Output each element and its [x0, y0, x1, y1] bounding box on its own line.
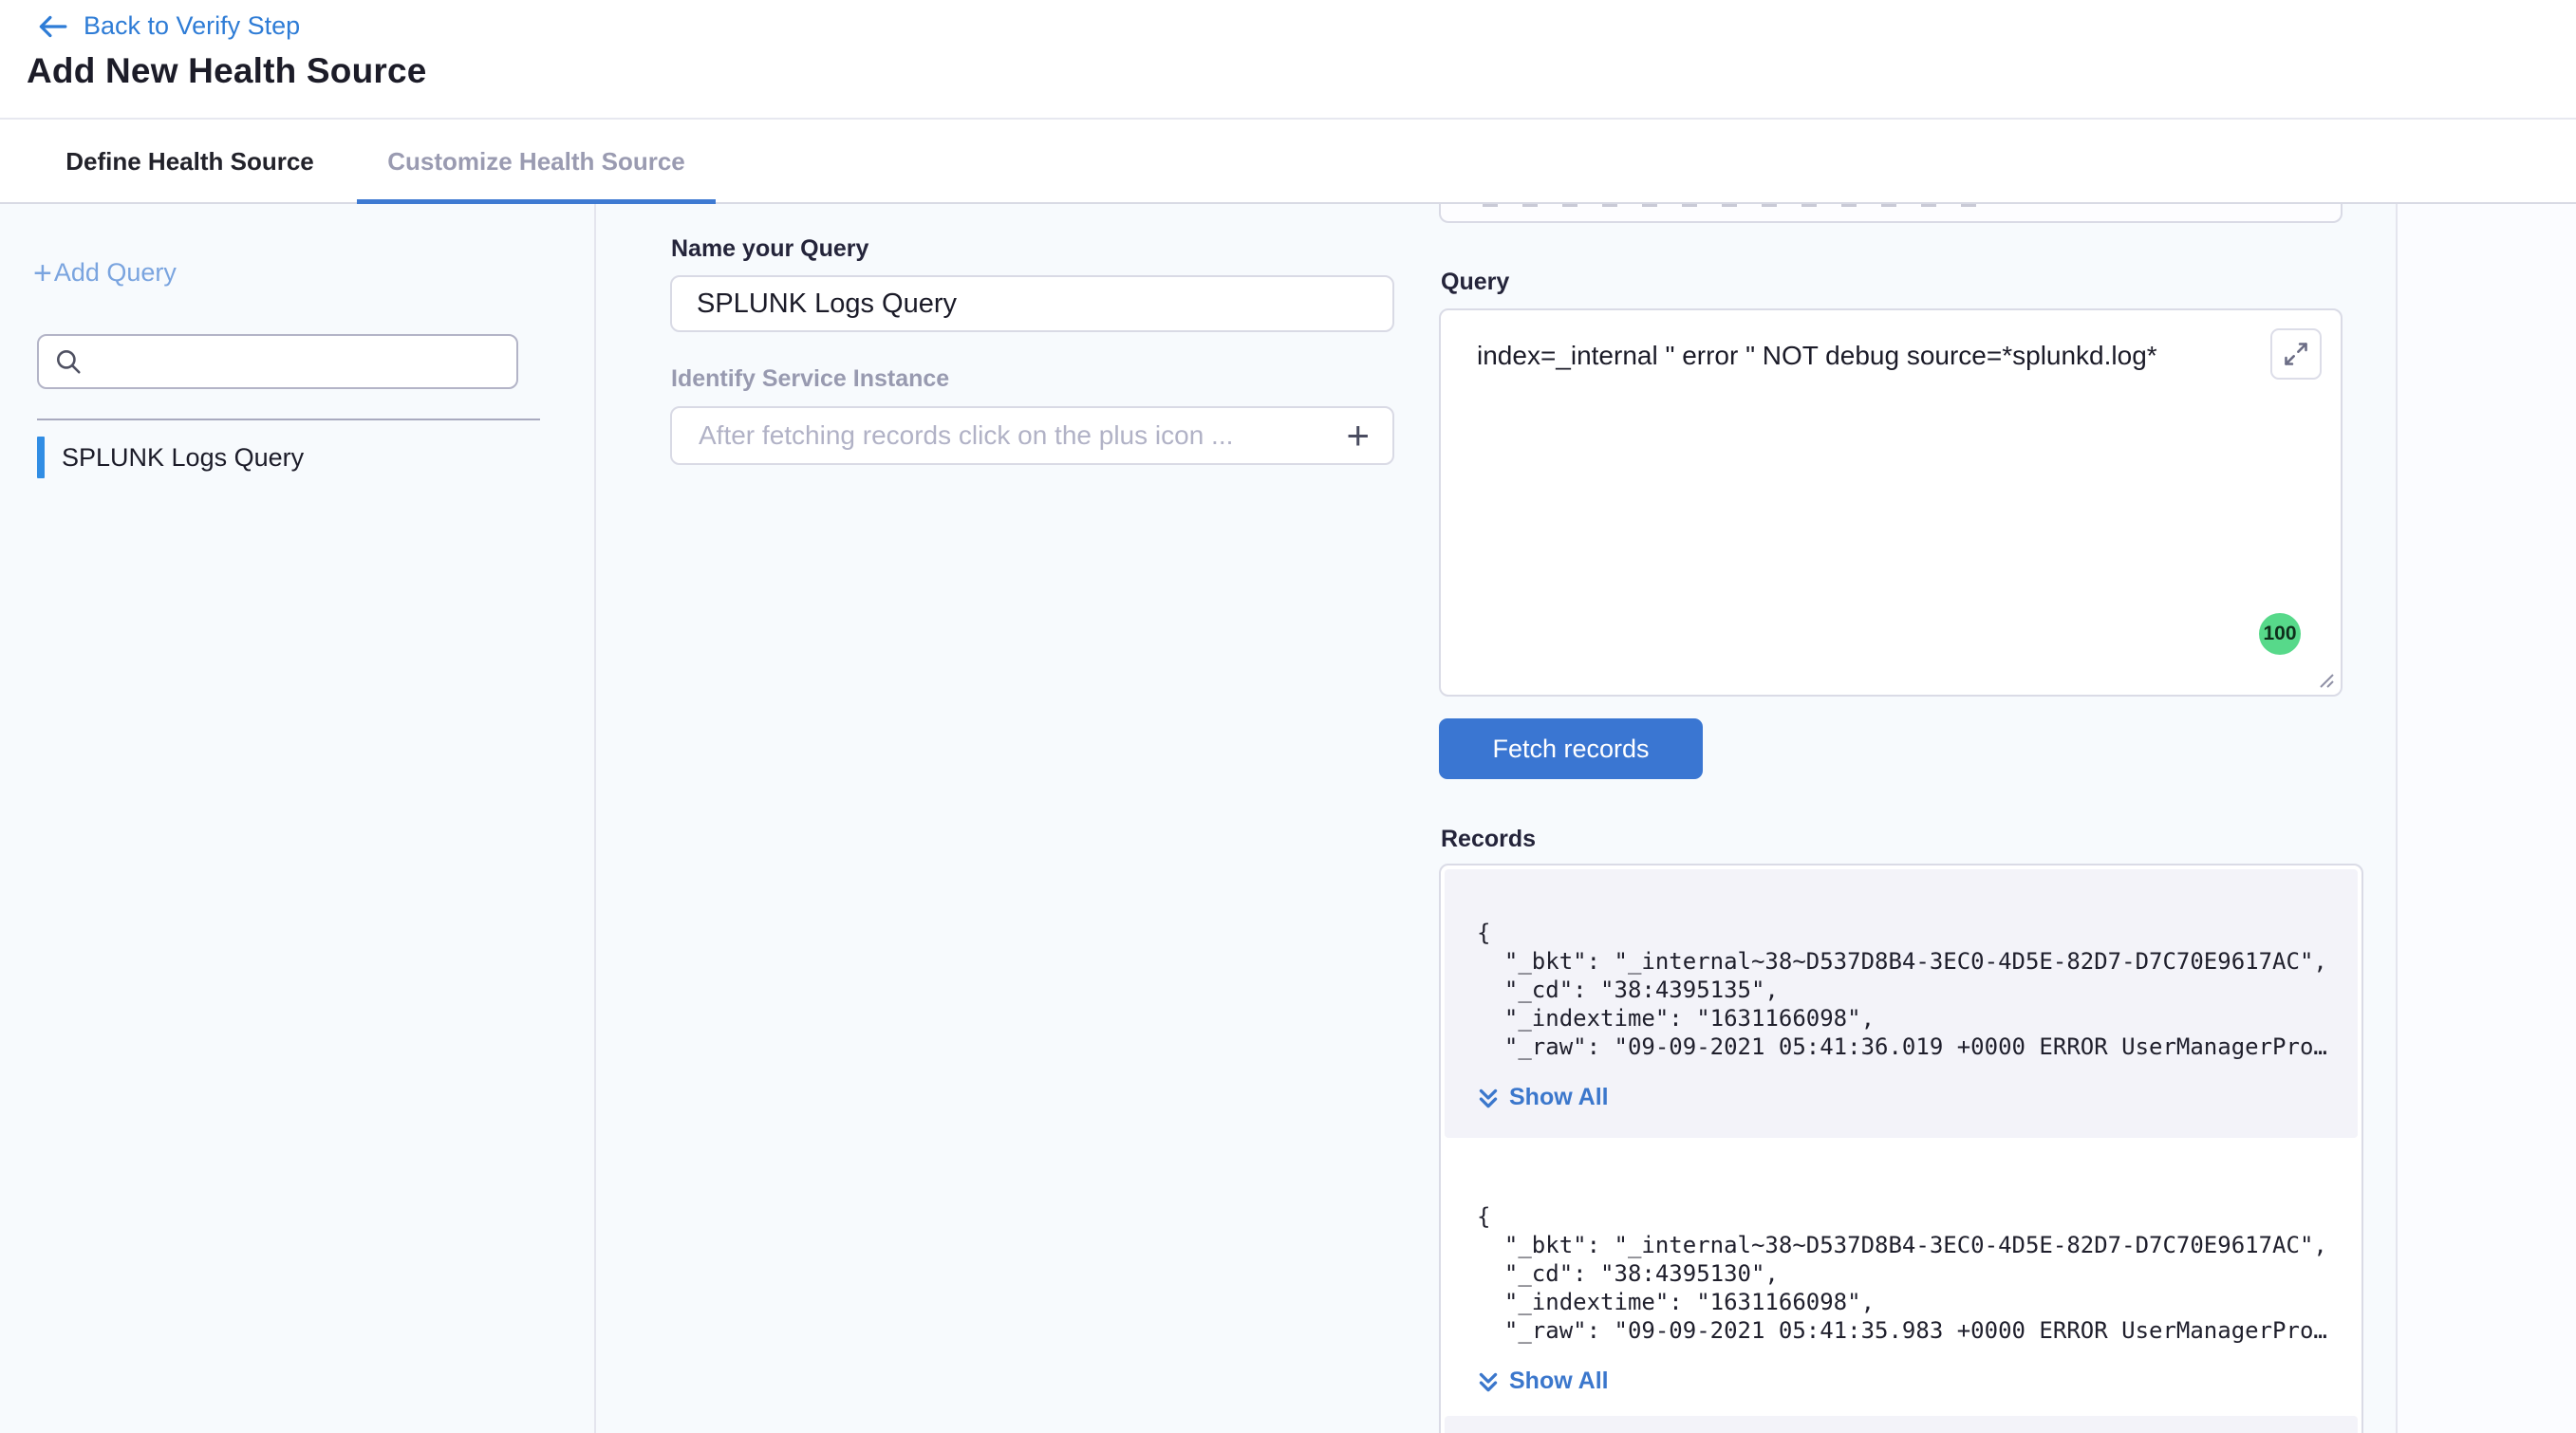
back-arrow-icon	[36, 12, 68, 41]
query-label: Query	[1441, 269, 1509, 296]
query-name-input[interactable]	[670, 275, 1394, 332]
record-count-badge: 100	[2259, 613, 2301, 655]
sidebar-item-splunk-logs-query[interactable]: SPLUNK Logs Query	[37, 435, 304, 480]
clipped-top-input[interactable]	[1439, 204, 2343, 223]
identify-service-instance-label: Identify Service Instance	[671, 365, 949, 393]
record-card: { "_bkt": "_internal~38~D537D8B4-3EC0-4D…	[1445, 1138, 2358, 1416]
add-service-instance-plus-icon[interactable]: +	[1342, 417, 1373, 455]
sidebar-item-label: SPLUNK Logs Query	[62, 443, 304, 473]
double-chevron-down-icon	[1477, 1086, 1500, 1110]
right-column-divider	[2396, 204, 2398, 1433]
record-json-line: "_bkt": "_internal~38~D537D8B4-3EC0-4D5E…	[1477, 947, 2329, 976]
add-health-source-page: Back to Verify Step Add New Health Sourc…	[0, 0, 2576, 1433]
show-all-label: Show All	[1509, 1084, 1609, 1111]
expand-query-button[interactable]	[2270, 328, 2322, 380]
service-instance-input[interactable]	[697, 419, 1342, 452]
sidebar-divider	[594, 204, 596, 1433]
page-title: Add New Health Source	[27, 51, 427, 91]
records-label: Records	[1441, 826, 1536, 853]
records-panel: { "_bkt": "_internal~38~D537D8B4-3EC0-4D…	[1439, 864, 2363, 1433]
page-header: Back to Verify Step Add New Health Sourc…	[0, 0, 2576, 120]
record-json-line: "_indextime": "1631166098",	[1477, 1288, 2329, 1316]
record-json-line: "_cd": "38:4395130",	[1477, 1259, 2329, 1288]
clipped-text-fragment	[1483, 204, 1976, 207]
active-item-indicator	[37, 437, 45, 478]
resize-handle[interactable]	[2317, 671, 2336, 690]
tab-customize-health-source[interactable]: Customize Health Source	[357, 121, 716, 202]
show-all-label: Show All	[1509, 1368, 1609, 1395]
fetch-records-button[interactable]: Fetch records	[1439, 718, 1703, 779]
query-value: index=_internal " error " NOT debug sour…	[1477, 341, 2236, 371]
show-all-link[interactable]: Show All	[1477, 1084, 1609, 1111]
search-icon	[54, 347, 83, 376]
double-chevron-down-icon	[1477, 1369, 1500, 1394]
sidebar-list-divider	[37, 419, 540, 420]
query-search-box[interactable]	[37, 334, 518, 389]
record-json-line: "_bkt": "_internal~38~D537D8B4-3EC0-4D5E…	[1477, 1231, 2329, 1259]
record-json-line: "_raw": "09-09-2021 05:41:35.983 +0000 E…	[1477, 1316, 2329, 1345]
record-json-line: "_indextime": "1631166098",	[1477, 1004, 2329, 1033]
search-input[interactable]	[94, 346, 501, 378]
record-card-partial	[1445, 1416, 2358, 1433]
add-query-label: Add Query	[54, 258, 177, 288]
show-all-link[interactable]: Show All	[1477, 1368, 1609, 1395]
back-link-label: Back to Verify Step	[84, 11, 300, 41]
record-json-line: "_raw": "09-09-2021 05:41:36.019 +0000 E…	[1477, 1033, 2329, 1061]
back-link[interactable]: Back to Verify Step	[36, 11, 300, 41]
query-textarea[interactable]: index=_internal " error " NOT debug sour…	[1439, 308, 2343, 697]
record-card: { "_bkt": "_internal~38~D537D8B4-3EC0-4D…	[1445, 869, 2358, 1138]
record-json-line: "_cd": "38:4395135",	[1477, 976, 2329, 1004]
service-instance-field: +	[670, 406, 1394, 465]
right-gutter	[2398, 204, 2576, 1433]
tab-define-health-source[interactable]: Define Health Source	[38, 121, 342, 202]
tab-bar: Define Health Source Customize Health So…	[0, 121, 2576, 204]
name-your-query-label: Name your Query	[671, 235, 868, 263]
record-json-line: {	[1477, 919, 2329, 947]
add-query-button[interactable]: + Add Query	[33, 258, 177, 288]
record-json-line: {	[1477, 1202, 2329, 1231]
plus-icon: +	[33, 259, 52, 288]
expand-icon	[2283, 341, 2309, 367]
